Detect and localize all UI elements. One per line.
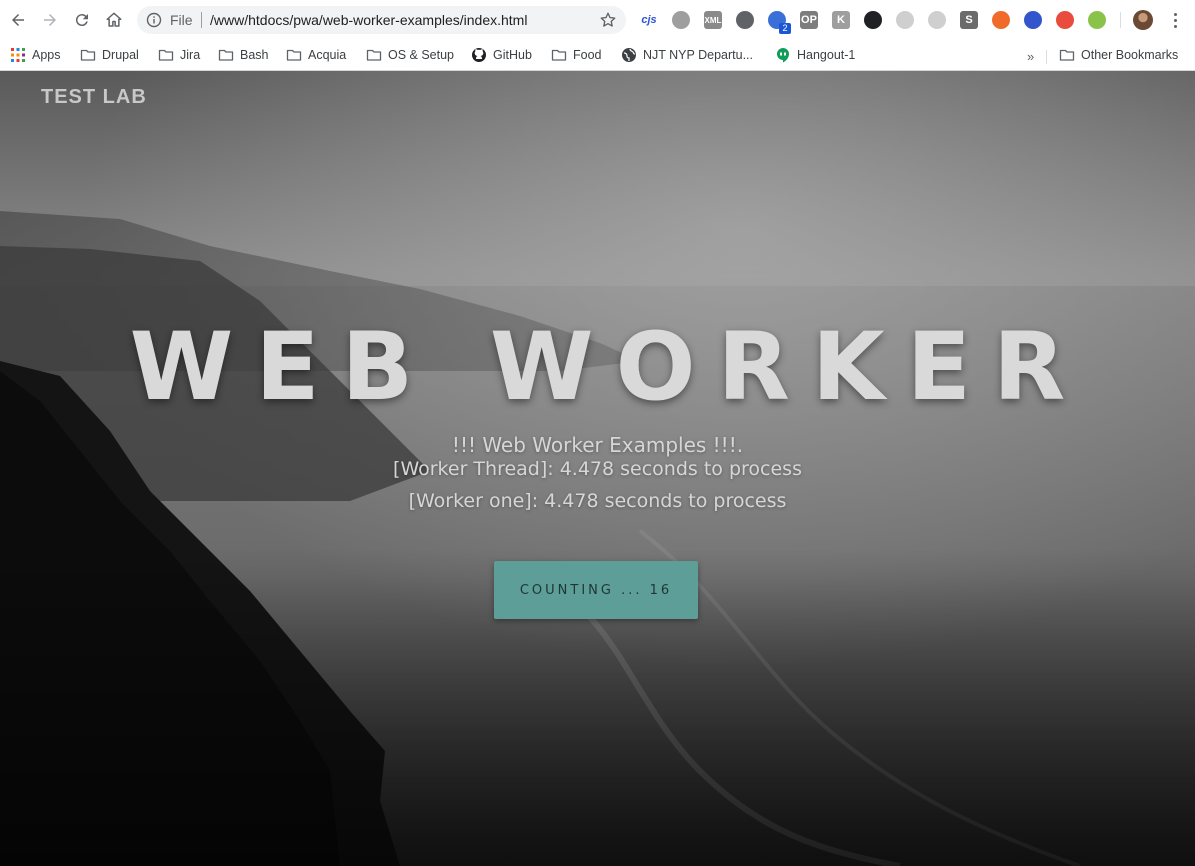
bookmark-extension-icon[interactable] <box>1024 11 1042 29</box>
target-extension-icon[interactable] <box>928 11 946 29</box>
bookmark-star-icon[interactable] <box>599 11 617 29</box>
bookmark-label: Apps <box>32 48 61 62</box>
bookmark-label: NJT NYP Departu... <box>643 48 753 62</box>
forward-button[interactable] <box>38 8 62 32</box>
bookmark-acquia[interactable]: Acquia <box>286 44 346 66</box>
bookmarks-overflow-button[interactable]: » <box>1027 49 1034 64</box>
home-button[interactable] <box>102 8 126 32</box>
other-bookmarks-label: Other Bookmarks <box>1081 48 1179 62</box>
url-separator <box>201 12 202 28</box>
globe-icon <box>622 48 636 62</box>
bookmark-label: OS & Setup <box>388 48 455 62</box>
bookmark-njt-nyp-departu[interactable]: NJT NYP Departu... <box>621 44 753 66</box>
bookmarks-bar: Apps Drupal Jira Bash Acquia OS & Setup GitHub… <box>0 40 1195 71</box>
other-bookmarks-folder[interactable]: Other Bookmarks <box>1059 44 1178 66</box>
worker-thread-result: [Worker Thread]: 4.478 seconds to proces… <box>393 458 802 480</box>
react-extension-icon[interactable] <box>896 11 914 29</box>
bookmark-label: Jira <box>180 48 201 62</box>
folder-icon <box>218 49 234 61</box>
bookmark-label: Hangout-1 <box>797 48 856 62</box>
browser-menu-button[interactable] <box>1165 10 1185 30</box>
xml-extension-icon[interactable]: XML <box>704 11 722 29</box>
counter-button[interactable]: COUNTING ... 16 <box>494 561 698 619</box>
bookmark-bash[interactable]: Bash <box>218 44 269 66</box>
search-extension-icon[interactable] <box>864 11 882 29</box>
github-icon <box>472 48 486 62</box>
lifebuoy-extension-icon[interactable] <box>992 11 1010 29</box>
nbc-extension-icon[interactable] <box>1056 11 1074 29</box>
home-icon <box>106 12 122 27</box>
browser-toolbar: File /www/htdocs/pwa/web-worker-examples… <box>0 0 1195 40</box>
folder-icon <box>366 49 382 61</box>
apps-grid-icon <box>11 48 25 62</box>
page-subtitle: !!! Web Worker Examples !!!. <box>451 433 744 457</box>
op-extension-icon[interactable]: OP <box>800 11 818 29</box>
bookmark-food[interactable]: Food <box>551 44 602 66</box>
browser-chrome: File /www/htdocs/pwa/web-worker-examples… <box>0 0 1195 71</box>
folder-icon <box>80 49 96 61</box>
cjs-extension-icon[interactable]: cjs <box>640 11 658 29</box>
back-button[interactable] <box>6 8 30 32</box>
bookmark-label: Drupal <box>102 48 139 62</box>
bookmark-hangout-1[interactable]: Hangout-1 <box>775 44 855 66</box>
bookmark-label: Acquia <box>308 48 347 62</box>
bookmark-drupal[interactable]: Drupal <box>80 44 139 66</box>
info-icon[interactable] <box>146 12 162 28</box>
hangouts-icon <box>777 48 789 63</box>
site-brand[interactable]: TEST LAB <box>41 86 147 109</box>
bookmark-label: Bash <box>240 48 269 62</box>
address-bar[interactable]: File /www/htdocs/pwa/web-worker-examples… <box>137 6 626 34</box>
url-scheme-label: File <box>170 12 193 28</box>
page-title: WEB WORKER <box>129 313 1088 422</box>
toolbar-divider <box>1120 12 1121 28</box>
bookmark-apps[interactable]: Apps <box>10 44 61 66</box>
worker-one-result: [Worker one]: 4.478 seconds to process <box>408 490 787 512</box>
arrow-left-icon <box>12 14 24 26</box>
bookmark-os-setup[interactable]: OS & Setup <box>366 44 454 66</box>
hero-section: TEST LAB WEB WORKER !!! Web Worker Examp… <box>0 71 1195 866</box>
bookmark-label: GitHub <box>493 48 532 62</box>
bookmark-jira[interactable]: Jira <box>158 44 200 66</box>
folder-icon <box>1059 49 1075 61</box>
folder-icon <box>158 49 174 61</box>
folder-icon <box>286 49 302 61</box>
pin-extension-icon[interactable] <box>1088 11 1106 29</box>
reload-icon <box>75 14 88 27</box>
bookmark-label: Food <box>573 48 602 62</box>
settings-extension-icon[interactable] <box>736 11 754 29</box>
opera-extension-icon[interactable] <box>672 11 690 29</box>
bookmarks-divider <box>1046 50 1047 64</box>
k-extension-icon[interactable]: K <box>832 11 850 29</box>
profile-avatar[interactable] <box>1133 10 1153 30</box>
reload-button[interactable] <box>70 8 94 32</box>
bookmark-github[interactable]: GitHub <box>471 44 532 66</box>
extension-badge: 2 <box>779 23 791 34</box>
url-text[interactable]: /www/htdocs/pwa/web-worker-examples/inde… <box>210 12 527 28</box>
folder-icon <box>551 49 567 61</box>
skype-extension-icon[interactable]: S <box>960 11 978 29</box>
arrow-right-icon <box>44 14 56 26</box>
